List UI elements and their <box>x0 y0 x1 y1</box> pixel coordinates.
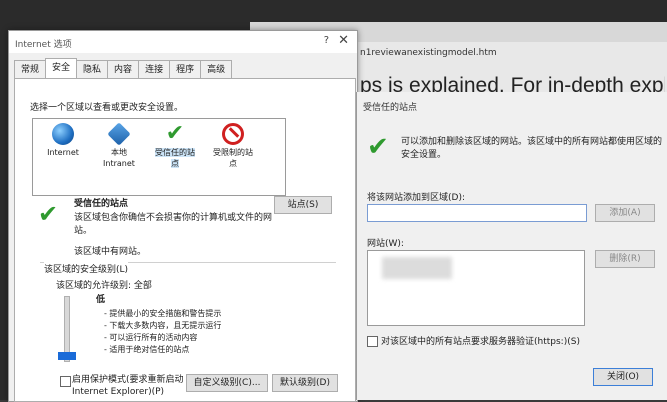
trusted-sites-dialog: 受信任的站点 ✔ 可以添加和删除该区域的网站。该区域中的所有网站都使用区域的安全… <box>356 92 667 400</box>
zone-label: 受限制的站 点 <box>213 148 253 168</box>
zone-list: Internet 本地 Intranet ✔ 受信任的站 点 受限制的站 点 <box>32 118 286 196</box>
security-level-name: 低 <box>96 295 106 305</box>
security-level-label: 该区域的安全级别(L) <box>44 262 129 275</box>
custom-level-button[interactable]: 自定义级别(C)... <box>186 374 268 392</box>
blurred-site-entry[interactable] <box>382 257 452 279</box>
tab-strip: 常规 安全 隐私 内容 连接 程序 高级 <box>14 58 233 79</box>
tab-content[interactable]: 内容 <box>107 60 140 79</box>
tab-programs[interactable]: 程序 <box>169 60 202 79</box>
local-intranet-icon <box>107 122 131 146</box>
help-button[interactable]: ? <box>324 35 329 46</box>
tab-connections[interactable]: 连接 <box>138 60 171 79</box>
level-bullet: - 下载大多数内容，且无提示运行 <box>104 321 222 330</box>
trusted-description: 可以添加和删除该区域的网站。该区域中的所有网站都使用区域的安全设置。 <box>401 137 663 160</box>
websites-list[interactable] <box>367 250 585 326</box>
require-https-label: 对该区域中的所有站点要求服务器验证(https:)(S) <box>381 337 580 347</box>
security-slider-thumb[interactable] <box>58 352 76 360</box>
level-description: - 提供最小的安全措施和警告提示 - 下载大多数内容，且无提示运行 - 可以运行… <box>104 308 221 356</box>
tab-general[interactable]: 常规 <box>14 60 47 79</box>
zone-description: 该区域包含你确信不会损害你的计算机或文件的网站。 <box>74 213 273 236</box>
protected-mode-label: 启用保护模式(要求重新启动 Internet Explorer)(P) <box>72 375 184 397</box>
zone-local-intranet[interactable]: 本地 Intranet <box>89 122 149 169</box>
sites-button[interactable]: 站点(S) <box>274 196 332 214</box>
browser-url[interactable]: n1reviewanexistingmodel.htm <box>360 48 497 58</box>
level-bullet: - 可以运行所有的活动内容 <box>104 333 198 342</box>
checkmark-icon: ✔ <box>165 121 185 146</box>
zone-label: Internet <box>47 148 79 157</box>
add-site-label: 将该网站添加到区域(D): <box>367 193 465 203</box>
tab-privacy[interactable]: 隐私 <box>76 60 109 79</box>
close-button[interactable]: ✕ <box>338 33 349 48</box>
close-button[interactable]: 关闭(O) <box>593 368 653 386</box>
checkmark-icon: ✔ <box>367 132 389 162</box>
websites-label: 网站(W): <box>367 239 404 249</box>
checkmark-icon: ✔ <box>38 200 59 228</box>
protected-mode-checkbox[interactable] <box>60 376 71 387</box>
no-entry-icon <box>222 123 244 145</box>
globe-icon <box>52 123 74 145</box>
zone-label: 受信任的站 点 <box>155 148 195 168</box>
level-bullet: - 提供最小的安全措施和警告提示 <box>104 309 222 318</box>
zone-instruction: 选择一个区域以查看或更改安全设置。 <box>30 103 184 113</box>
zone-restricted-sites[interactable]: 受限制的站 点 <box>203 123 263 169</box>
zone-label: 本地 Intranet <box>103 148 135 168</box>
zone-trusted-sites[interactable]: ✔ 受信任的站 点 <box>145 123 205 169</box>
dialog-title: Internet 选项 <box>15 40 72 50</box>
add-button[interactable]: 添加(A) <box>595 204 655 222</box>
tab-security[interactable]: 安全 <box>45 58 78 79</box>
zone-title: 受信任的站点 <box>74 199 129 209</box>
zone-note: 该区域中有网站。 <box>74 247 147 257</box>
require-https-checkbox[interactable] <box>367 336 378 347</box>
remove-button[interactable]: 删除(R) <box>595 250 655 268</box>
level-bullet: - 适用于绝对信任的站点 <box>104 345 190 354</box>
add-site-input[interactable] <box>367 204 587 222</box>
dialog-title: 受信任的站点 <box>363 103 418 113</box>
tab-advanced[interactable]: 高级 <box>200 60 233 79</box>
allowed-levels: 该区域的允许级别: 全部 <box>56 281 152 291</box>
zone-internet[interactable]: Internet <box>33 123 93 158</box>
default-level-button[interactable]: 默认级别(D) <box>272 374 338 392</box>
